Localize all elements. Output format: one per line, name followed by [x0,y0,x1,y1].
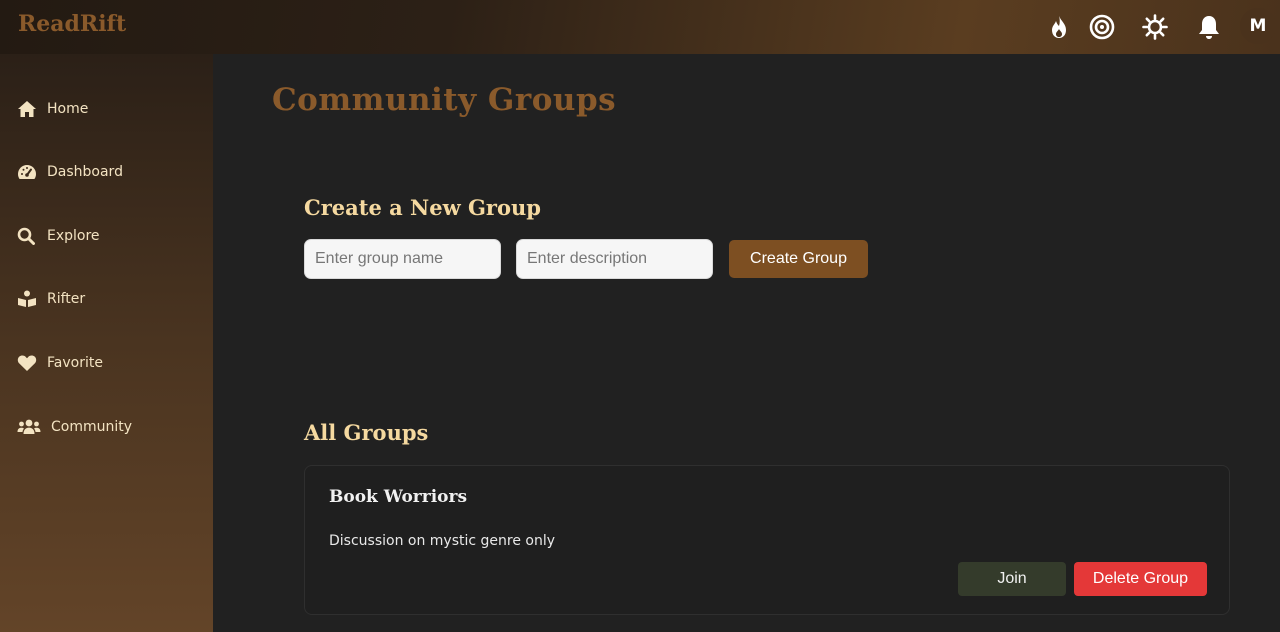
group-description: Discussion on mystic genre only [329,533,556,549]
page-title: Community Groups [272,82,617,118]
delete-group-button[interactable]: Delete Group [1074,562,1207,596]
reader-icon [17,288,39,310]
app-logo[interactable]: ReadRift [18,11,126,37]
sidebar-item-dashboard[interactable]: Dashboard [0,152,213,192]
user-avatar[interactable]: M [1240,8,1276,44]
sidebar-item-explore[interactable]: Explore [0,216,213,256]
heart-icon [17,352,39,374]
home-icon [17,98,39,120]
sidebar-item-home[interactable]: Home [0,89,213,129]
bell-icon[interactable] [1194,12,1224,42]
sidebar-item-label: Explore [47,228,100,244]
group-name-input[interactable] [304,239,501,279]
sidebar-item-label: Home [47,101,89,117]
gauge-icon [17,161,39,183]
create-group-heading: Create a New Group [304,195,541,220]
sidebar-item-label: Dashboard [47,164,123,180]
sidebar: Home Dashboard Explore Rifter Favorite C… [0,54,213,632]
top-bar: ReadRift M [0,0,1280,54]
all-groups-heading: All Groups [304,420,429,445]
sidebar-item-rifter[interactable]: Rifter [0,279,213,319]
search-icon [17,225,39,247]
group-card: Book Worriors Discussion on mystic genre… [304,465,1230,615]
users-icon [17,416,43,438]
join-group-button[interactable]: Join [958,562,1066,596]
sidebar-item-favorite[interactable]: Favorite [0,343,213,383]
fire-icon[interactable] [1044,12,1074,42]
sidebar-item-community[interactable]: Community [0,407,213,447]
group-description-input[interactable] [516,239,713,279]
create-group-button[interactable]: Create Group [729,240,868,278]
sidebar-item-label: Community [51,419,133,435]
sidebar-item-label: Favorite [47,355,103,371]
group-name: Book Worriors [329,487,468,507]
sidebar-item-label: Rifter [47,291,86,307]
target-icon[interactable] [1087,12,1117,42]
sun-icon[interactable] [1140,12,1170,42]
